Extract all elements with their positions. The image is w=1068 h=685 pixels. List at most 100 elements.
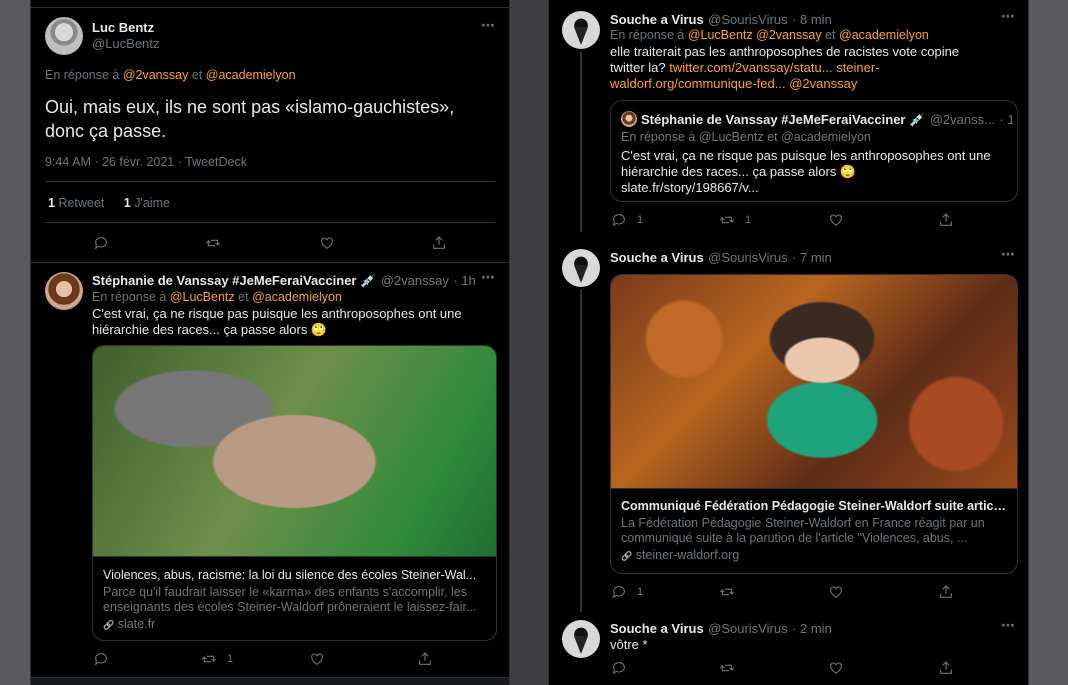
more-options-icon[interactable]: ⋯ (481, 17, 496, 34)
link-card[interactable]: Communiqué Fédération Pédagogie Steiner-… (610, 274, 1018, 574)
author-handle[interactable]: @SourisVirus (708, 621, 787, 636)
link-card[interactable]: Violences, abus, racisme: la loi du sile… (92, 345, 497, 641)
reply-button[interactable]: 1 (611, 584, 643, 600)
tweet-text-line: donc ça passe. (45, 121, 167, 141)
tweet-time[interactable]: · 2 min (792, 621, 832, 636)
card-domain: 🔗 steiner-waldorf.org (621, 548, 740, 562)
reply-button[interactable] (93, 235, 109, 251)
card-title: Communiqué Fédération Pédagogie Steiner-… (621, 499, 1007, 513)
author-name[interactable]: Souche a Virus (610, 250, 704, 265)
mention-link[interactable]: @academielyon (839, 28, 929, 42)
card-domain: 🔗 slate.fr (103, 617, 156, 631)
retweet-icon (719, 216, 735, 224)
author-handle[interactable]: @LucBentz (92, 36, 159, 51)
tweet-text: elle traiterait pas les anthroposophes d… (610, 44, 959, 92)
left-column: Luc Bentz @LucBentz ⋯ En réponse à @2van… (30, 0, 510, 685)
middle-gutter (510, 0, 548, 685)
url-link[interactable]: waldorf.org/communique-fed... (610, 76, 786, 91)
tweet-timestamp[interactable]: 9:44 AM · 26 févr. 2021 · TweetDeck (45, 155, 247, 169)
share-icon (419, 652, 431, 665)
mention-link[interactable]: @2vanssay (123, 68, 189, 82)
right-column: Souche a Virus @SourisVirus · 8 min ⋯ En… (548, 0, 1029, 685)
url-link[interactable]: steiner- (836, 60, 879, 75)
reply-and: et (191, 68, 203, 82)
tweet-header: Souche a Virus @SourisVirus · 7 min (610, 249, 832, 267)
share-icon (940, 661, 952, 674)
divider (45, 181, 495, 182)
retweet-icon (205, 239, 221, 247)
avatar[interactable] (45, 17, 83, 55)
share-button[interactable] (938, 660, 954, 676)
reply-button[interactable] (611, 660, 627, 676)
url-link[interactable]: twitter.com/2vanssay/statu... (669, 60, 832, 75)
retweet-button[interactable] (719, 660, 735, 676)
more-options-icon[interactable]: ⋯ (1001, 246, 1016, 263)
heart-icon (830, 586, 842, 598)
author-name[interactable]: Souche a Virus (610, 621, 704, 636)
reply-button[interactable]: 1 (611, 212, 643, 228)
share-button[interactable] (431, 235, 447, 251)
author-handle[interactable]: @SourisVirus (708, 12, 787, 27)
reply-context: En réponse à @LucBentz et @academielyon (92, 290, 342, 304)
retweet-button[interactable]: 1 (201, 651, 233, 667)
like-count[interactable]: 1 J'aime (124, 196, 170, 210)
avatar[interactable] (562, 11, 600, 49)
mention-link[interactable]: @2vanssay (789, 76, 857, 91)
retweet-button[interactable]: 1 (719, 212, 751, 228)
avatar[interactable] (45, 272, 83, 310)
more-options-icon[interactable]: ⋯ (481, 269, 496, 286)
tweet-time[interactable]: · 1h (453, 273, 475, 288)
card-image (611, 275, 1017, 489)
share-button[interactable] (938, 584, 954, 600)
author-name[interactable]: Souche a Virus (610, 12, 704, 27)
mention-link[interactable]: @academielyon (252, 290, 342, 304)
reply-count: 1 (637, 214, 644, 226)
tweet-text: C'est vrai, ça ne risque pas puisque les… (92, 306, 462, 338)
avatar[interactable] (562, 620, 600, 658)
left-gutter (0, 0, 30, 685)
share-button[interactable] (938, 212, 954, 228)
reply-button[interactable] (93, 651, 109, 667)
share-button[interactable] (417, 651, 433, 667)
reply-prefix: En réponse à (45, 68, 120, 82)
tweet-time[interactable]: · 7 min (792, 250, 832, 265)
author-name[interactable]: Luc Bentz (92, 20, 154, 35)
retweet-icon (719, 588, 735, 596)
mention-link[interactable]: @LucBentz @2vanssay (688, 28, 822, 42)
tweet-text-line: Oui, mais eux, ils ne sont pas «islamo-g… (45, 97, 455, 117)
tweet-text-line: waldorf.org/communique-fed... @2vanssay (610, 76, 959, 92)
tweet-text-line: hiérarchie des races... ça passe alors 🙄 (92, 322, 328, 337)
like-button[interactable] (828, 212, 844, 228)
retweet-icon (201, 655, 217, 663)
divider (31, 262, 509, 263)
author-name[interactable]: Stéphanie de Vanssay #JeMeFeraiVacciner … (92, 273, 376, 288)
thread-line (580, 290, 582, 612)
retweet-button[interactable] (719, 584, 735, 600)
like-button[interactable] (319, 235, 335, 251)
stats-row: 1 Retweet 1 J'aime (48, 196, 170, 210)
share-icon (433, 236, 445, 249)
author-handle[interactable]: @SourisVirus (708, 250, 787, 265)
like-button[interactable] (828, 660, 844, 676)
mention-link[interactable]: @LucBentz (170, 290, 235, 304)
reply-count: 1 (637, 586, 644, 598)
quote-tweet[interactable]: Stéphanie de Vanssay #JeMeFeraiVacciner … (610, 100, 1018, 202)
mention-link[interactable]: @academielyon (206, 68, 296, 82)
like-button[interactable] (309, 651, 325, 667)
thread-line (580, 52, 582, 232)
retweet-count: 1 (227, 653, 234, 665)
more-options-icon[interactable]: ⋯ (1001, 8, 1016, 25)
reply-context: En réponse à @2vanssay et @academielyon (45, 68, 296, 82)
author-handle[interactable]: @2vanssay (381, 273, 449, 288)
reply-context: En réponse à @LucBentz @2vanssay et @aca… (610, 28, 929, 42)
tweet-time[interactable]: · 8 min (792, 12, 832, 27)
retweet-button[interactable] (205, 235, 221, 251)
like-button[interactable] (828, 584, 844, 600)
more-options-icon[interactable]: ⋯ (1001, 617, 1016, 634)
avatar[interactable] (562, 249, 600, 287)
retweet-count[interactable]: 1 Retweet (48, 196, 104, 210)
reply-context: En réponse à @LucBentz et @academielyon (621, 130, 871, 144)
reply-prefix: En réponse à (92, 290, 167, 304)
quote-header: Stéphanie de Vanssay #JeMeFeraiVacciner … (641, 112, 1013, 127)
heart-icon (321, 237, 333, 249)
